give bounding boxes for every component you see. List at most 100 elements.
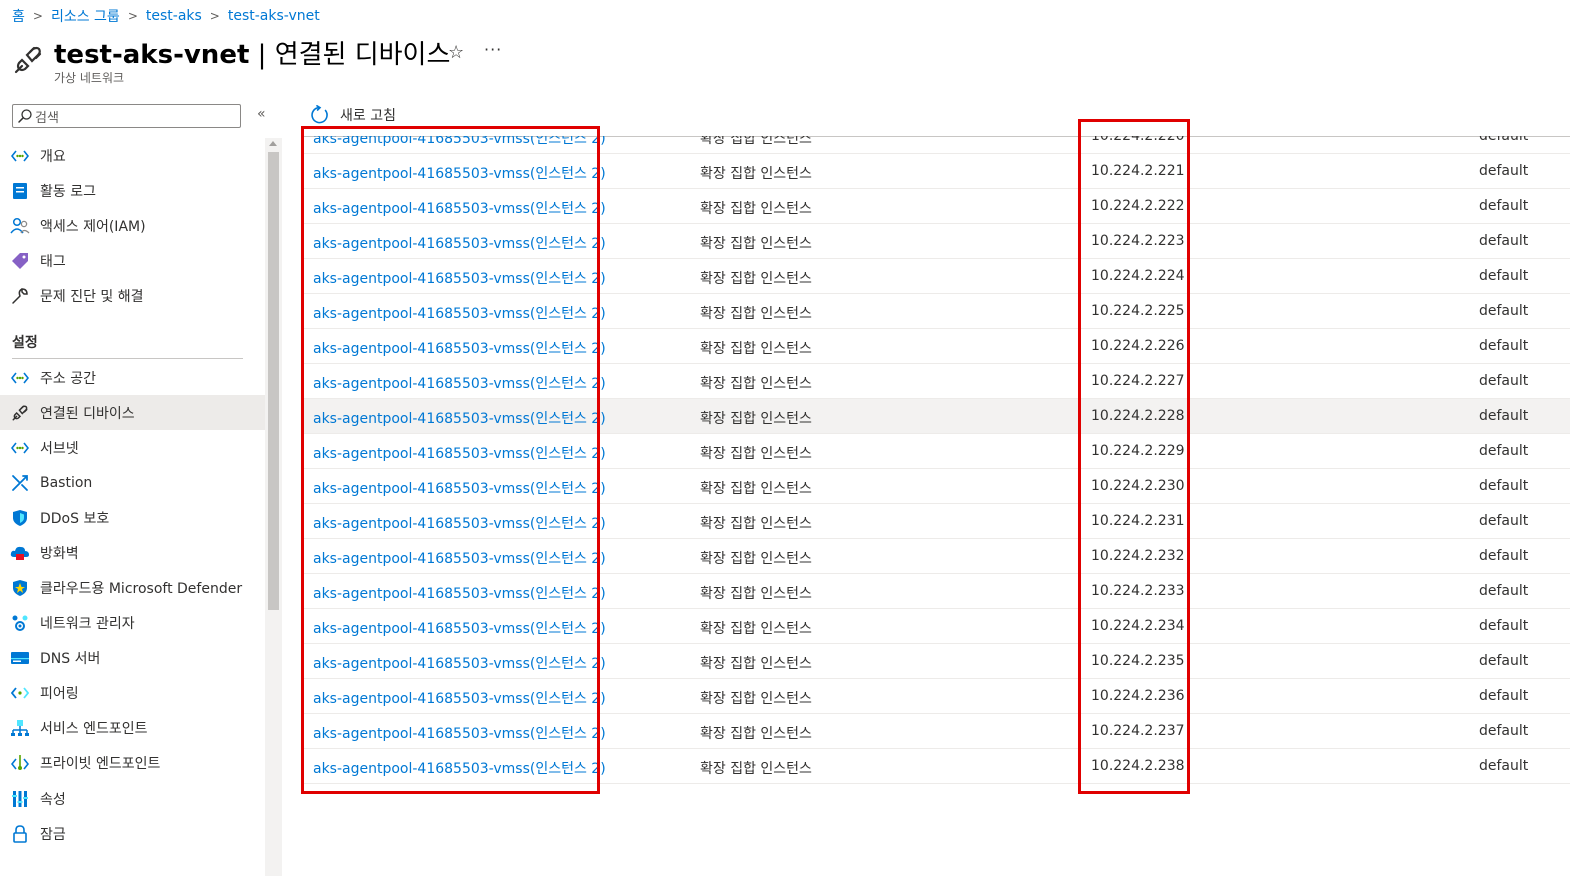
sidebar-item-activity-log[interactable]: 활동 로그	[0, 173, 265, 208]
subnet-name: default	[1479, 338, 1529, 354]
device-type: 확장 집합 인스턴스	[700, 761, 812, 777]
device-type: 확장 집합 인스턴스	[700, 621, 812, 637]
sidebar-item-label: 클라우드용 Microsoft Defender	[40, 580, 243, 597]
chevron-right-icon: >	[209, 9, 220, 23]
device-type: 확장 집합 인스턴스	[700, 341, 812, 357]
subnet-name: default	[1479, 478, 1529, 494]
breadcrumb-home[interactable]: 홈	[12, 6, 25, 26]
breadcrumb-resource-groups[interactable]: 리소스 그룹	[51, 6, 120, 26]
sidebar-item-diagnose[interactable]: 문제 진단 및 해결	[0, 278, 265, 313]
sidebar-item-overview[interactable]: 개요	[0, 138, 265, 173]
sidebar-scrollbar[interactable]	[265, 138, 282, 876]
sidebar-item-iam[interactable]: 액세스 제어(IAM)	[0, 208, 265, 243]
sidebar-item-label: 속성	[40, 791, 66, 808]
sidebar-item-connected-devices[interactable]: 연결된 디바이스	[0, 395, 265, 430]
sidebar-item-network-manager[interactable]: 네트워크 관리자	[0, 605, 265, 640]
dns-icon	[10, 648, 30, 668]
wrench-icon	[10, 286, 30, 306]
sidebar-item-label: 네트워크 관리자	[40, 615, 135, 632]
subnet-icon	[10, 438, 30, 458]
sidebar-item-tags[interactable]: 태그	[0, 243, 265, 278]
subnet-name: default	[1479, 653, 1529, 669]
sidebar-item-label: 태그	[40, 253, 66, 270]
subnet-name: default	[1479, 688, 1529, 704]
device-type: 확장 집합 인스턴스	[700, 656, 812, 672]
sidebar-item-address-space[interactable]: 주소 공간	[0, 360, 265, 395]
title-divider: |	[249, 40, 275, 70]
search-icon	[18, 109, 32, 123]
sidebar-item-label: 잠금	[40, 826, 66, 843]
overview-icon	[10, 146, 30, 166]
sidebar-item-label: 피어링	[40, 685, 79, 702]
resource-name: test-aks-vnet	[54, 40, 250, 70]
section-divider	[12, 358, 243, 359]
device-type: 확장 집합 인스턴스	[700, 411, 812, 427]
device-type: 확장 집합 인스턴스	[700, 586, 812, 602]
sidebar-item-subnets[interactable]: 서브넷	[0, 430, 265, 465]
device-type: 확장 집합 인스턴스	[700, 691, 812, 707]
device-type: 확장 집합 인스턴스	[700, 481, 812, 497]
search-placeholder: 검색	[35, 110, 59, 126]
subnet-name: default	[1479, 443, 1529, 459]
device-type: 확장 집합 인스턴스	[700, 166, 812, 182]
device-type: 확장 집합 인스턴스	[700, 446, 812, 462]
sidebar-item-label: 활동 로그	[40, 183, 96, 200]
sidebar-item-dns[interactable]: DNS 서버	[0, 640, 265, 675]
network-manager-icon	[10, 613, 30, 633]
subnet-name: default	[1479, 618, 1529, 634]
subnet-name: default	[1479, 548, 1529, 564]
section-header-settings: 설정	[12, 335, 38, 351]
subnet-name: default	[1479, 758, 1529, 774]
sidebar-item-label: 액세스 제어(IAM)	[40, 218, 146, 235]
device-type: 확장 집합 인스턴스	[700, 306, 812, 322]
bastion-icon	[10, 473, 30, 493]
breadcrumb-test-aks[interactable]: test-aks	[146, 8, 202, 24]
shield-icon	[10, 508, 30, 528]
sidebar-item-bastion[interactable]: Bastion	[0, 465, 265, 500]
sidebar-item-service-endpoints[interactable]: 서비스 엔드포인트	[0, 710, 265, 745]
sidebar-item-label: 방화벽	[40, 545, 79, 562]
scroll-up-icon[interactable]	[269, 141, 277, 146]
peering-icon	[10, 683, 30, 703]
sidebar-search-input[interactable]: 검색	[12, 104, 241, 128]
sidebar-item-label: 연결된 디바이스	[40, 405, 135, 422]
sidebar-item-properties[interactable]: 속성	[0, 781, 265, 816]
more-actions-button[interactable]: ···	[484, 40, 502, 59]
highlight-box-name-column	[301, 126, 600, 794]
sidebar-item-label: 프라이빗 엔드포인트	[40, 755, 161, 772]
refresh-icon	[311, 105, 328, 124]
page-title: test-aks-vnet | 연결된 디바이스	[54, 34, 450, 71]
collapse-sidebar-button[interactable]: «	[257, 106, 266, 122]
device-type: 확장 집합 인스턴스	[700, 136, 812, 147]
scrollbar-thumb[interactable]	[268, 152, 279, 610]
private-endpoint-icon	[10, 753, 30, 773]
sidebar-item-peering[interactable]: 피어링	[0, 675, 265, 710]
sidebar-item-private-endpoints[interactable]: 프라이빗 엔드포인트	[0, 745, 265, 780]
star-icon[interactable]: ☆	[448, 42, 464, 63]
sidebar-item-firewall[interactable]: 방화벽	[0, 535, 265, 570]
device-type: 확장 집합 인스턴스	[700, 376, 812, 392]
plug-icon	[14, 46, 42, 74]
chevron-right-icon: >	[32, 9, 43, 23]
sidebar-item-label: DNS 서버	[40, 650, 101, 667]
sidebar-item-ddos[interactable]: DDoS 보호	[0, 500, 265, 535]
firewall-icon	[10, 543, 30, 563]
sidebar-item-locks[interactable]: 잠금	[0, 816, 265, 851]
refresh-button[interactable]: 새로 고침	[310, 105, 396, 125]
device-type: 확장 집합 인스턴스	[700, 551, 812, 567]
subnet-name: default	[1479, 408, 1529, 424]
lock-icon	[10, 824, 30, 844]
chevron-right-icon: >	[127, 9, 138, 23]
highlight-box-ip-column	[1078, 119, 1190, 794]
sidebar-item-defender[interactable]: 클라우드용 Microsoft Defender	[0, 570, 265, 605]
subnet-name: default	[1479, 198, 1529, 214]
subnet-name: default	[1479, 136, 1529, 144]
breadcrumb-test-aks-vnet[interactable]: test-aks-vnet	[228, 8, 320, 24]
sidebar-item-label: 서비스 엔드포인트	[40, 720, 148, 737]
subnet-name: default	[1479, 163, 1529, 179]
address-space-icon	[10, 368, 30, 388]
device-type: 확장 집합 인스턴스	[700, 236, 812, 252]
sidebar-item-label: 개요	[40, 148, 66, 165]
activity-log-icon	[10, 181, 30, 201]
subnet-name: default	[1479, 373, 1529, 389]
